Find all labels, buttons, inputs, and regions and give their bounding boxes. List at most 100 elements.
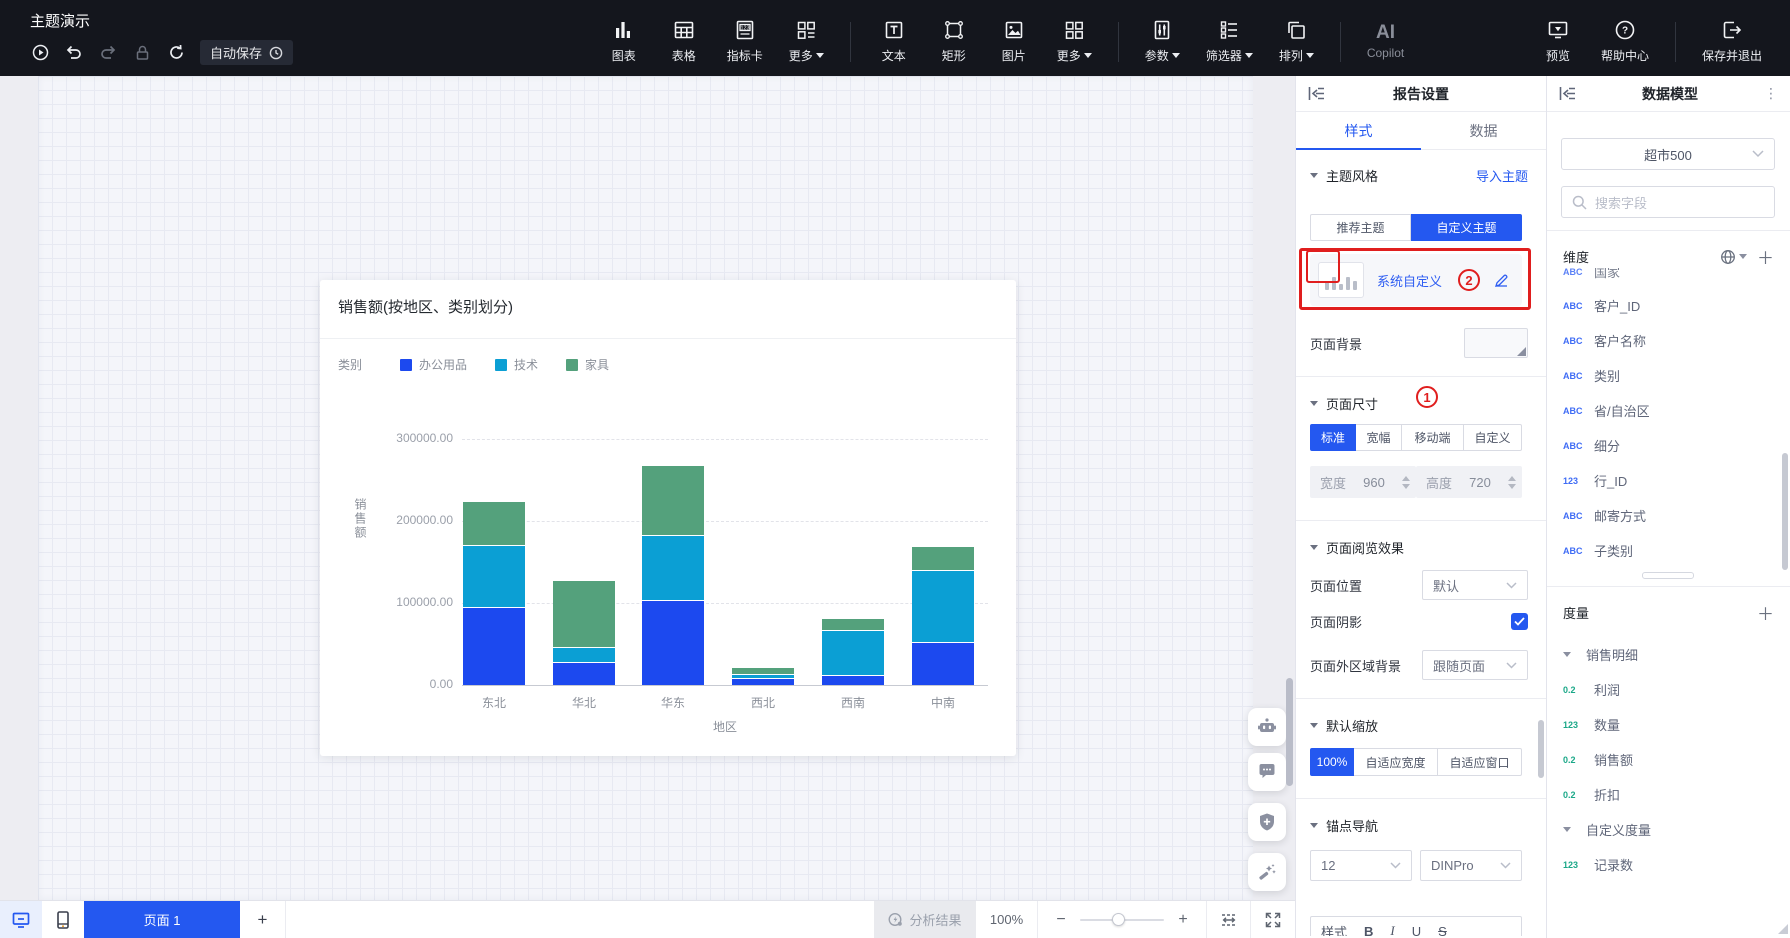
security-button[interactable] <box>1248 803 1286 841</box>
resize-grip-icon[interactable] <box>1778 924 1788 934</box>
zoom-fit-window-button[interactable]: 自适应窗口 <box>1438 748 1522 776</box>
magic-beautify-button[interactable] <box>1248 853 1286 891</box>
tab-style[interactable]: 样式 <box>1296 112 1421 149</box>
field-数量[interactable]: 123数量 <box>1547 707 1790 742</box>
bar-segment-技术[interactable] <box>912 570 974 642</box>
field-类别[interactable]: ABC类别 <box>1547 358 1790 393</box>
comments-button[interactable] <box>1248 753 1286 791</box>
bar-segment-家具[interactable] <box>463 501 525 544</box>
field-行_ID[interactable]: 123行_ID <box>1547 463 1790 498</box>
outer-background-select[interactable]: 跟随页面 <box>1422 650 1528 680</box>
partial-field-row[interactable]: ABC 国家 <box>1547 268 1790 284</box>
field-客户_ID[interactable]: ABC客户_ID <box>1547 288 1790 323</box>
field-邮寄方式[interactable]: ABC邮寄方式 <box>1547 498 1790 533</box>
bar-segment-技术[interactable] <box>732 674 794 679</box>
bar-segment-办公用品[interactable] <box>912 642 974 685</box>
strikethrough-button[interactable]: S <box>1438 924 1447 937</box>
desktop-view-button[interactable] <box>0 901 42 938</box>
bar-segment-家具[interactable] <box>912 546 974 571</box>
bar-segment-办公用品[interactable] <box>463 607 525 685</box>
page-size-custom[interactable]: 自定义 <box>1464 424 1522 451</box>
page-position-select[interactable]: 默认 <box>1422 570 1528 600</box>
search-field-input[interactable]: 搜索字段 <box>1561 186 1775 218</box>
lock-icon[interactable] <box>132 43 152 63</box>
bar-segment-家具[interactable] <box>822 618 884 630</box>
bold-button[interactable]: B <box>1364 924 1373 937</box>
toolbar-item-more-shapes[interactable]: 更多 <box>1057 18 1092 64</box>
page-background-color-swatch[interactable] <box>1464 328 1528 358</box>
zoom-fit-width-button[interactable]: 自适应宽度 <box>1354 748 1438 776</box>
bar-segment-办公用品[interactable] <box>822 675 884 685</box>
zoom-100-button[interactable]: 100% <box>1310 748 1354 776</box>
toolbar-item-rectangle[interactable]: 矩形 <box>937 18 971 64</box>
bar-segment-技术[interactable] <box>553 647 615 662</box>
toolbar-item-help-center[interactable]: ? 帮助中心 <box>1601 18 1649 64</box>
font-size-select[interactable]: 12 <box>1310 850 1412 881</box>
measure-group-自定义度量[interactable]: 自定义度量 <box>1547 812 1790 847</box>
toolbar-item-parameter[interactable]: 参数 <box>1145 18 1180 64</box>
field-利润[interactable]: 0.2利润 <box>1547 672 1790 707</box>
field-细分[interactable]: ABC细分 <box>1547 428 1790 463</box>
default-zoom-section-header[interactable]: 默认缩放 <box>1310 716 1378 735</box>
refresh-icon[interactable] <box>166 43 186 63</box>
page-tab-1[interactable]: 页面 1 <box>84 901 240 938</box>
toolbar-item-image[interactable]: 图片 <box>997 18 1031 64</box>
bar-segment-技术[interactable] <box>822 630 884 675</box>
page-size-section-header[interactable]: 页面尺寸 <box>1310 394 1378 413</box>
mobile-view-button[interactable] <box>42 901 84 938</box>
autosave-badge[interactable]: 自动保存 <box>200 40 293 65</box>
page-size-mobile[interactable]: 移动端 <box>1402 424 1464 451</box>
canvas-vertical-scrollbar[interactable] <box>1286 678 1293 786</box>
collapse-panel-icon[interactable] <box>1559 86 1576 101</box>
collapse-panel-icon[interactable] <box>1308 86 1325 101</box>
analysis-result-button[interactable]: 分析结果 <box>874 901 976 938</box>
bar-segment-办公用品[interactable] <box>553 662 615 685</box>
field-折扣[interactable]: 0.2折扣 <box>1547 777 1790 812</box>
zoom-out-button[interactable]: − <box>1054 911 1068 929</box>
settings-panel-scrollbar[interactable] <box>1538 720 1544 778</box>
field-客户名称[interactable]: ABC客户名称 <box>1547 323 1790 358</box>
bar-segment-办公用品[interactable] <box>642 600 704 685</box>
page-width-stepper[interactable]: 宽度960 <box>1310 466 1416 498</box>
toolbar-item-preview[interactable]: 预览 <box>1541 18 1575 64</box>
bar-segment-技术[interactable] <box>463 545 525 607</box>
fullscreen-button[interactable] <box>1251 901 1295 938</box>
field-省/自治区[interactable]: ABC省/自治区 <box>1547 393 1790 428</box>
recommended-theme-button[interactable]: 推荐主题 <box>1310 214 1411 241</box>
page-view-section-header[interactable]: 页面阅览效果 <box>1310 538 1404 557</box>
data-panel-scrollbar[interactable] <box>1782 453 1788 570</box>
add-page-button[interactable]: + <box>240 901 286 938</box>
ai-robot-button[interactable] <box>1248 708 1286 746</box>
dataset-select[interactable]: 超市500 <box>1561 138 1775 170</box>
toolbar-item-more-widgets[interactable]: 更多 <box>789 18 824 64</box>
fit-width-button[interactable] <box>1207 901 1251 938</box>
bar-segment-办公用品[interactable] <box>732 678 794 685</box>
toolbar-item-kpi-card[interactable]: 123 指标卡 <box>727 18 763 64</box>
bar-segment-家具[interactable] <box>732 667 794 674</box>
list-horizontal-scrollbar[interactable] <box>1642 572 1694 579</box>
page-size-standard[interactable]: 标准 <box>1310 424 1356 451</box>
underline-button[interactable]: U <box>1412 924 1421 937</box>
page-shadow-checkbox[interactable] <box>1511 613 1528 630</box>
import-theme-link[interactable]: 导入主题 <box>1476 166 1528 185</box>
theme-item-system-custom[interactable]: 系统自定义 2 <box>1310 254 1522 306</box>
geo-role-button[interactable] <box>1720 249 1747 265</box>
toolbar-item-table[interactable]: 表格 <box>667 18 701 64</box>
italic-button[interactable]: I <box>1390 923 1394 936</box>
theme-style-section-header[interactable]: 主题风格 导入主题 <box>1310 166 1528 185</box>
bar-segment-家具[interactable] <box>642 465 704 535</box>
anchor-nav-section-header[interactable]: 锚点导航 <box>1310 816 1378 835</box>
font-family-select[interactable]: DINPro <box>1420 850 1522 881</box>
bar-segment-技术[interactable] <box>642 535 704 600</box>
page-size-wide[interactable]: 宽幅 <box>1356 424 1402 451</box>
field-销售额[interactable]: 0.2销售额 <box>1547 742 1790 777</box>
chart-widget[interactable]: 销售额(按地区、类别划分) 类别 办公用品技术家具 销售额 300000.002… <box>320 280 1016 756</box>
edit-theme-button[interactable] <box>1488 267 1514 293</box>
zoom-slider[interactable] <box>1080 919 1164 921</box>
page-height-stepper[interactable]: 高度720 <box>1416 466 1522 498</box>
version-history-icon[interactable] <box>30 43 50 63</box>
toolbar-item-chart[interactable]: 图表 <box>607 18 641 64</box>
measure-group-销售明细[interactable]: 销售明细 <box>1547 637 1790 672</box>
zoom-slider-thumb[interactable] <box>1112 913 1125 926</box>
add-dimension-button[interactable]: ＋ <box>1757 244 1774 269</box>
